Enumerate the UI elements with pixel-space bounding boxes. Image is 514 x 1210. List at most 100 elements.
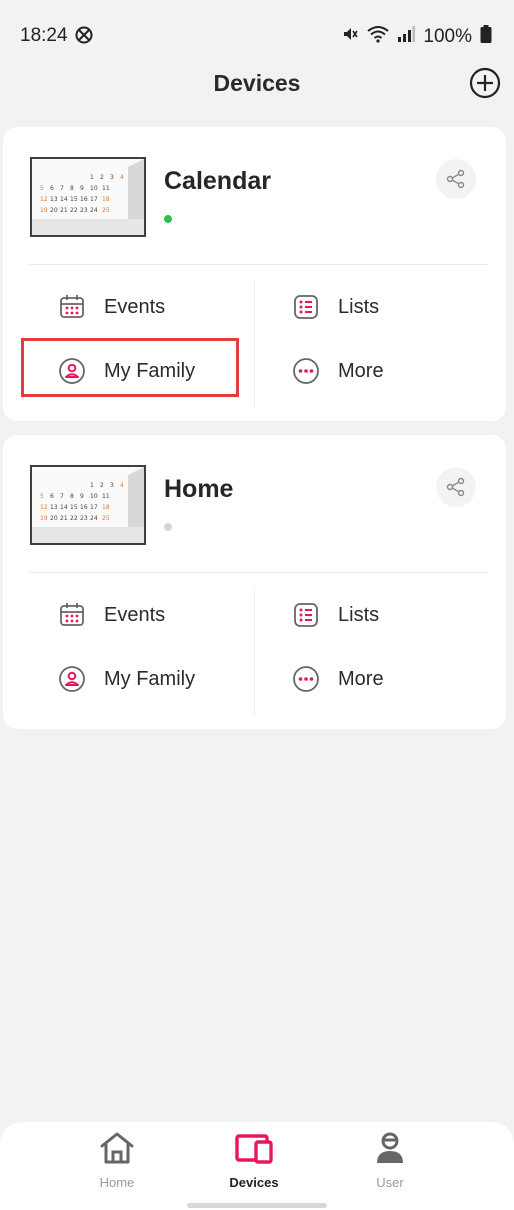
device-thumbnail[interactable]: 1234 5 6 7 8 9 10 11 12 13 14 15 16 17 18 19 20 21 22 23…	[30, 465, 146, 545]
svg-text:1: 1	[90, 482, 94, 489]
events-button[interactable]: Events	[57, 593, 165, 637]
svg-text:5: 5	[40, 493, 44, 500]
svg-text:17: 17	[90, 504, 98, 511]
svg-text:13: 13	[50, 504, 58, 511]
svg-text:14: 14	[60, 504, 68, 511]
divider	[254, 279, 255, 407]
devices-icon	[235, 1134, 273, 1164]
svg-text:21: 21	[60, 515, 68, 522]
home-indicator	[187, 1203, 327, 1208]
share-button[interactable]	[436, 467, 476, 507]
share-icon	[446, 169, 465, 189]
svg-text:11: 11	[102, 185, 110, 192]
lists-button[interactable]: Lists	[291, 593, 379, 637]
svg-text:6: 6	[50, 493, 54, 500]
lists-button[interactable]: Lists	[291, 285, 379, 329]
svg-text:12: 12	[40, 196, 48, 203]
svg-text:4: 4	[120, 482, 124, 489]
status-time: 18:24	[20, 25, 68, 46]
svg-text:16: 16	[80, 196, 88, 203]
more-icon	[291, 664, 321, 694]
svg-text:12: 12	[40, 504, 48, 511]
svg-text:23: 23	[80, 515, 88, 522]
add-device-button[interactable]	[468, 66, 502, 100]
svg-text:10: 10	[90, 493, 98, 500]
svg-text:15: 15	[70, 504, 78, 511]
svg-text:22: 22	[70, 515, 78, 522]
svg-text:23: 23	[80, 207, 88, 214]
list-icon	[291, 292, 321, 322]
offline-status-indicator	[164, 523, 172, 531]
no-disturb-icon	[74, 25, 94, 50]
svg-text:21: 21	[60, 207, 68, 214]
svg-text:13: 13	[50, 196, 58, 203]
svg-text:8: 8	[70, 493, 74, 500]
share-icon	[446, 477, 465, 497]
svg-text:24: 24	[90, 515, 98, 522]
nav-devices-label: Devices	[229, 1175, 279, 1190]
svg-text:25: 25	[102, 515, 110, 522]
svg-text:17: 17	[90, 196, 98, 203]
more-label: More	[338, 359, 384, 382]
svg-text:2: 2	[100, 482, 104, 489]
online-status-indicator	[164, 215, 172, 223]
selection-highlight	[21, 338, 239, 397]
svg-text:20: 20	[50, 207, 58, 214]
mute-icon	[341, 25, 359, 49]
bottom-nav: Home Devices User	[0, 1122, 514, 1210]
svg-text:8: 8	[70, 185, 74, 192]
more-button[interactable]: More	[291, 657, 384, 701]
calendar-icon	[57, 292, 87, 322]
nav-devices[interactable]: Devices	[209, 1130, 299, 1190]
svg-text:24: 24	[90, 207, 98, 214]
divider	[29, 264, 488, 265]
svg-text:1: 1	[90, 174, 94, 181]
events-label: Events	[104, 295, 166, 318]
device-name: Calendar	[164, 167, 271, 195]
my-family-button[interactable]: My Family	[57, 657, 195, 701]
nav-user-label: User	[376, 1175, 404, 1190]
page-title: Devices	[213, 70, 301, 96]
divider	[29, 572, 488, 573]
svg-text:10: 10	[90, 185, 98, 192]
svg-text:7: 7	[60, 493, 64, 500]
svg-text:15: 15	[70, 196, 78, 203]
plus-circle-icon	[469, 67, 501, 99]
svg-text:7: 7	[60, 185, 64, 192]
svg-text:18: 18	[102, 504, 110, 511]
divider	[254, 587, 255, 715]
battery-level: 100%	[423, 26, 472, 47]
events-button[interactable]: Events	[57, 285, 165, 329]
lists-label: Lists	[338, 295, 380, 318]
svg-text:5: 5	[40, 185, 44, 192]
svg-text:6: 6	[50, 185, 54, 192]
svg-text:4: 4	[120, 174, 124, 181]
device-name: Home	[164, 475, 234, 503]
wifi-icon	[367, 25, 390, 49]
svg-text:20: 20	[50, 515, 58, 522]
user-icon	[377, 1132, 403, 1163]
device-card-home: 1234 5 6 7 8 9 10 11 12 13 14 15 16 17 18 19 20 21 22 23…	[3, 435, 506, 729]
share-button[interactable]	[436, 159, 476, 199]
battery-icon	[480, 25, 492, 49]
nav-home[interactable]: Home	[72, 1130, 162, 1190]
more-label: More	[338, 667, 384, 690]
svg-text:3: 3	[110, 482, 114, 489]
events-label: Events	[104, 603, 166, 626]
status-bar: 18:24 100%	[0, 0, 514, 70]
nav-home-label: Home	[99, 1175, 135, 1190]
my-family-label: My Family	[104, 667, 196, 690]
svg-text:19: 19	[40, 515, 48, 522]
more-button[interactable]: More	[291, 349, 384, 393]
svg-text:9: 9	[80, 493, 84, 500]
nav-user[interactable]: User	[345, 1130, 435, 1190]
svg-text:22: 22	[70, 207, 78, 214]
device-thumbnail[interactable]: 1234 5 6 7 8 9 10 11 12 13 14 15 16 17 18 19 20 21 22 23…	[30, 157, 146, 237]
svg-text:14: 14	[60, 196, 68, 203]
calendar-icon	[57, 600, 87, 630]
device-card-calendar: 1234 5 6 7 8 9 10 11 12 13 14 15 16 17 18 19 20 21 22 23…	[3, 127, 506, 421]
svg-text:19: 19	[40, 207, 48, 214]
svg-text:3: 3	[110, 174, 114, 181]
svg-text:25: 25	[102, 207, 110, 214]
svg-text:11: 11	[102, 493, 110, 500]
